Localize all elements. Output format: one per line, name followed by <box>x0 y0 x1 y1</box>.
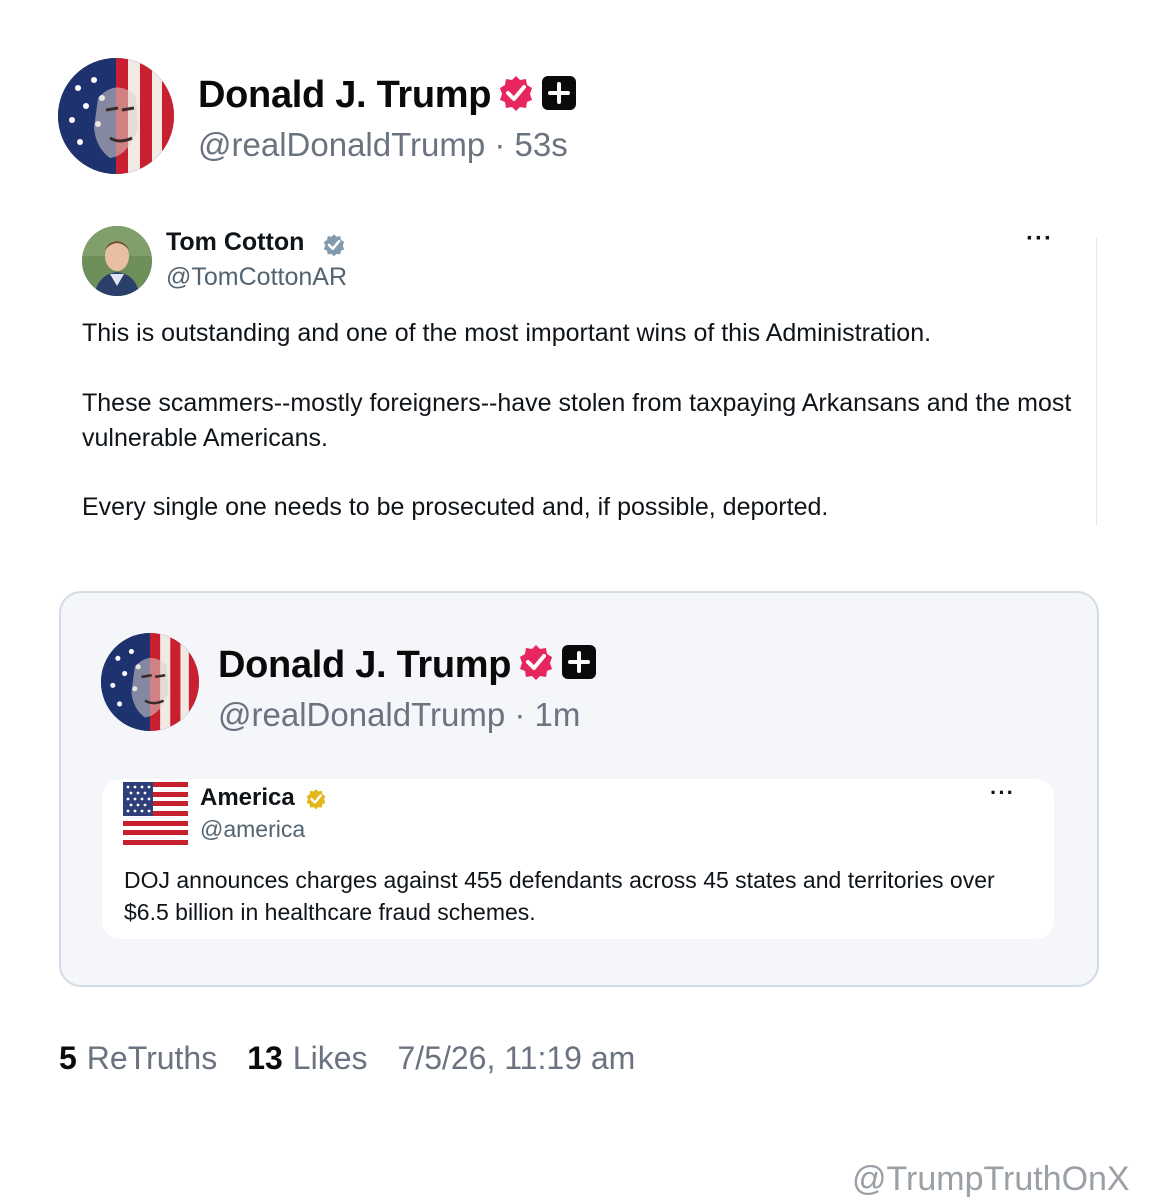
watermark: @TrumpTruthOnX <box>852 1160 1130 1198</box>
verified-badge-icon <box>305 788 327 810</box>
retruths-count[interactable]: 5 <box>59 1040 77 1077</box>
quoted-tweet-paragraph: These scammers--mostly foreigners--have … <box>82 389 1072 452</box>
author-handle-time[interactable]: @realDonaldTrump · 53s <box>198 126 568 164</box>
inner-author-handle[interactable]: @america <box>200 816 305 843</box>
likes-count[interactable]: 13 <box>247 1040 283 1077</box>
author-avatar[interactable] <box>58 58 174 174</box>
quoted-author-handle[interactable]: @TomCottonAR <box>166 263 347 292</box>
inner-author-name[interactable]: America <box>200 784 295 812</box>
author-name[interactable]: Donald J. Trump <box>198 74 492 117</box>
embedded-author-name[interactable]: Donald J. Trump <box>218 644 512 687</box>
quoted-tweet-paragraph: Every single one needs to be prosecuted … <box>82 493 829 521</box>
verified-badge-icon <box>497 74 535 112</box>
post-stats: 5 ReTruths 13 Likes 7/5/26, 11:19 am <box>59 1040 635 1077</box>
more-options-icon[interactable]: ··· <box>990 780 1015 806</box>
inner-tweet-text: DOJ announces charges against 455 defend… <box>124 867 995 925</box>
divider <box>1096 238 1097 526</box>
plus-icon <box>541 75 577 111</box>
embedded-author-handle-time[interactable]: @realDonaldTrump · 1m <box>218 696 580 734</box>
plus-icon <box>561 644 597 680</box>
us-flag-avatar[interactable] <box>123 782 188 845</box>
likes-label[interactable]: Likes <box>293 1040 368 1077</box>
quoted-tweet-paragraph: This is outstanding and one of the most … <box>82 319 932 347</box>
embedded-author-avatar[interactable] <box>101 633 199 731</box>
verified-badge-icon <box>322 233 346 257</box>
quoted-author-avatar[interactable] <box>82 226 152 296</box>
more-options-icon[interactable]: ··· <box>1026 225 1053 253</box>
retruths-label[interactable]: ReTruths <box>87 1040 217 1077</box>
post-timestamp: 7/5/26, 11:19 am <box>397 1040 636 1076</box>
quoted-author-name[interactable]: Tom Cotton <box>166 228 304 257</box>
verified-badge-icon <box>517 643 555 681</box>
